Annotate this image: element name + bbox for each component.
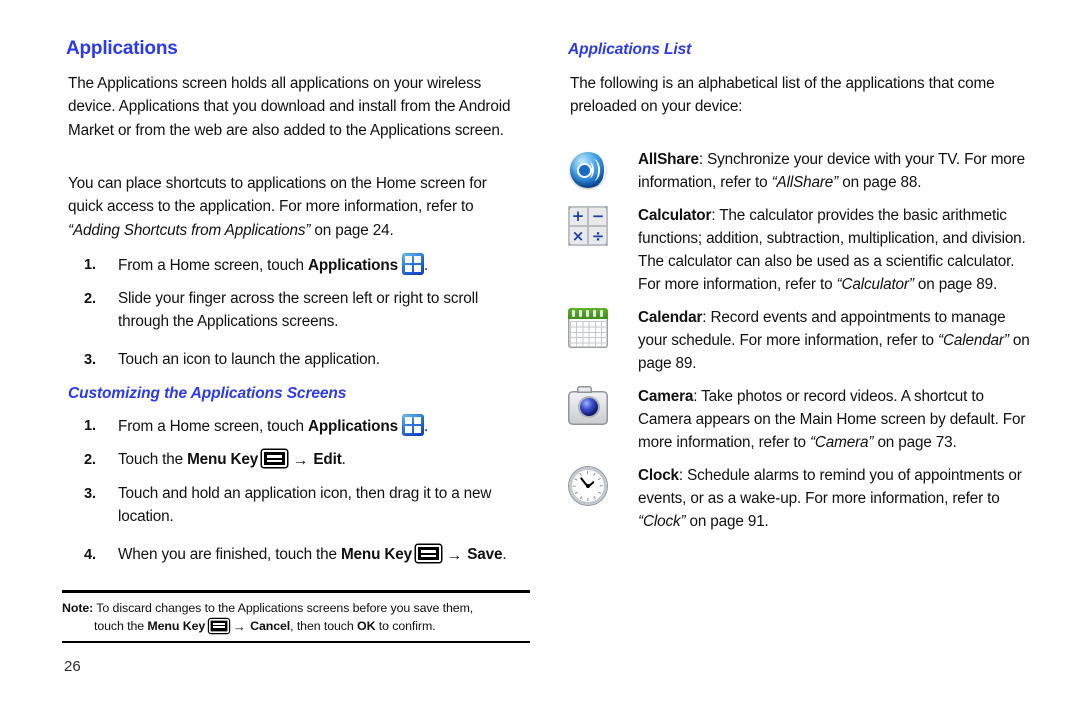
- arrow-icon: →: [446, 547, 463, 564]
- app-name: AllShare: [638, 151, 699, 168]
- note-line2-mid: , then touch: [290, 618, 358, 633]
- app-name: Calculator: [638, 206, 712, 224]
- app-desc-post: on page 91.: [685, 513, 769, 531]
- step-text-pre: When you are finished, touch the: [118, 546, 341, 563]
- list-item-calculator: + − × ÷ Calculator: The calculator provi…: [568, 204, 1038, 297]
- applications-grid-icon[interactable]: [402, 253, 425, 275]
- applications-grid-icon[interactable]: [402, 414, 425, 436]
- paragraph-2-text-post: on page 24.: [310, 221, 394, 239]
- step-text-pre: From a Home screen, touch: [118, 257, 308, 274]
- step-text-post: .: [424, 418, 429, 435]
- note-line2-pre: touch the: [94, 618, 148, 633]
- list-item-camera: Camera: Take photos or record videos. A …: [568, 385, 1038, 455]
- calculator-icon[interactable]: + − × ÷: [568, 205, 614, 252]
- app-name: Camera: [638, 387, 694, 405]
- step-text-post: .: [424, 257, 429, 274]
- step-text: Slide your finger across the screen left…: [118, 290, 479, 331]
- list-item-allshare: AllShare: Synchronize your device with y…: [568, 148, 1038, 195]
- calculator-multiply-symbol: ×: [568, 226, 588, 246]
- calculator-divide-symbol: ÷: [588, 226, 608, 246]
- list-item-clock: Clock: Schedule alarms to remind you of …: [568, 464, 1038, 534]
- step-text-pre: From a Home screen, touch: [118, 418, 308, 435]
- step-number: 3.: [84, 352, 96, 368]
- menu-key-icon[interactable]: [208, 618, 229, 633]
- step-text: Touch an icon to launch the application.: [118, 351, 380, 368]
- note-bottom-rule: [62, 641, 530, 643]
- step-text: When you are finished, touch the Menu Ke…: [118, 543, 538, 566]
- app-desc-post: on page 88.: [838, 174, 922, 192]
- applications-list-intro: The following is an alphabetical list of…: [570, 75, 995, 116]
- app-reference: “Calculator”: [836, 276, 914, 294]
- applications-list: AllShare: Synchronize your device with y…: [568, 148, 1038, 542]
- step-text-post: .: [341, 451, 346, 468]
- app-name: Clock: [638, 466, 679, 484]
- page-title-applications: Applications: [66, 38, 178, 59]
- list-item-calendar: Calendar: Record events and appointments…: [568, 306, 1038, 376]
- clock-icon[interactable]: [568, 466, 614, 512]
- app-reference: “AllShare”: [771, 174, 839, 192]
- app-desc-post: on page 89.: [913, 276, 998, 294]
- camera-icon[interactable]: [568, 385, 614, 433]
- app-description: Calendar: Record events and appointments…: [638, 306, 1038, 376]
- note-line2-post: to confirm.: [375, 618, 436, 633]
- app-reference: “Camera”: [809, 434, 874, 452]
- arrow-icon: →: [292, 452, 309, 469]
- note-text: Note: To discard changes to the Applicat…: [62, 593, 530, 641]
- note-bold-menu-key: Menu Key: [147, 618, 206, 633]
- menu-key-icon[interactable]: [262, 450, 288, 467]
- note-label: Note:: [62, 601, 94, 615]
- page-number: 26: [64, 658, 81, 675]
- note-box: Note: To discard changes to the Applicat…: [62, 590, 530, 643]
- step-bold-menu-key: Menu Key: [187, 451, 259, 468]
- arrow-icon: →: [232, 618, 246, 634]
- step-bold-edit: Edit: [313, 451, 342, 468]
- document-page: Applications The Applications screen hol…: [0, 0, 1080, 720]
- step-number: 1.: [84, 418, 96, 434]
- paragraph-2-reference: “Adding Shortcuts from Applications”: [68, 221, 311, 239]
- app-description: Calculator: The calculator provides the …: [638, 204, 1038, 297]
- step-bold-save: Save: [467, 546, 503, 563]
- app-name: Calendar: [638, 308, 703, 326]
- intro-paragraph-1: The Applications screen holds all applic…: [68, 75, 511, 139]
- app-reference: “Calendar”: [938, 332, 1009, 350]
- section-title-applications-list: Applications List: [568, 41, 692, 58]
- paragraph-2-text-pre: You can place shortcuts to applications …: [68, 175, 487, 216]
- menu-key-icon[interactable]: [416, 545, 442, 562]
- step-bold-menu-key: Menu Key: [340, 546, 413, 563]
- step-text: Touch and hold an application icon, then…: [118, 485, 492, 526]
- step-number: 4.: [84, 547, 96, 563]
- step-bold-applications: Applications: [307, 418, 398, 435]
- intro-paragraph-2: You can place shortcuts to applications …: [68, 172, 520, 242]
- step-text: From a Home screen, touch Applications .: [118, 253, 518, 277]
- step-number: 3.: [84, 486, 96, 502]
- note-bold-cancel: Cancel: [250, 618, 291, 633]
- app-desc-post: on page 73.: [873, 434, 957, 452]
- app-description: AllShare: Synchronize your device with y…: [638, 148, 1038, 195]
- app-description: Camera: Take photos or record videos. A …: [638, 385, 1038, 455]
- step-number: 2.: [84, 452, 96, 468]
- calendar-icon[interactable]: [568, 307, 614, 354]
- step-text: Touch the Menu Key → Edit.: [118, 448, 518, 471]
- note-line-1: To discard changes to the Applications s…: [96, 601, 474, 615]
- subheading-customizing-applications-screens: Customizing the Applications Screens: [68, 385, 347, 402]
- step-number: 1.: [84, 257, 96, 273]
- app-desc-pre: : Schedule alarms to remind you of appoi…: [638, 466, 1022, 507]
- step-text-pre: Touch the: [118, 451, 188, 468]
- app-reference: “Clock”: [638, 513, 686, 531]
- note-bold-ok: OK: [357, 618, 376, 633]
- step-text-post: .: [502, 546, 507, 563]
- calculator-plus-symbol: +: [568, 206, 588, 226]
- step-bold-applications: Applications: [307, 257, 398, 274]
- step-number: 2.: [84, 291, 96, 307]
- note-line-2: touch the Menu Key → Cancel, then touch …: [62, 618, 528, 636]
- calculator-minus-symbol: −: [588, 206, 608, 226]
- app-description: Clock: Schedule alarms to remind you of …: [638, 464, 1038, 534]
- step-text: From a Home screen, touch Applications .: [118, 414, 518, 438]
- allshare-icon[interactable]: [568, 150, 614, 196]
